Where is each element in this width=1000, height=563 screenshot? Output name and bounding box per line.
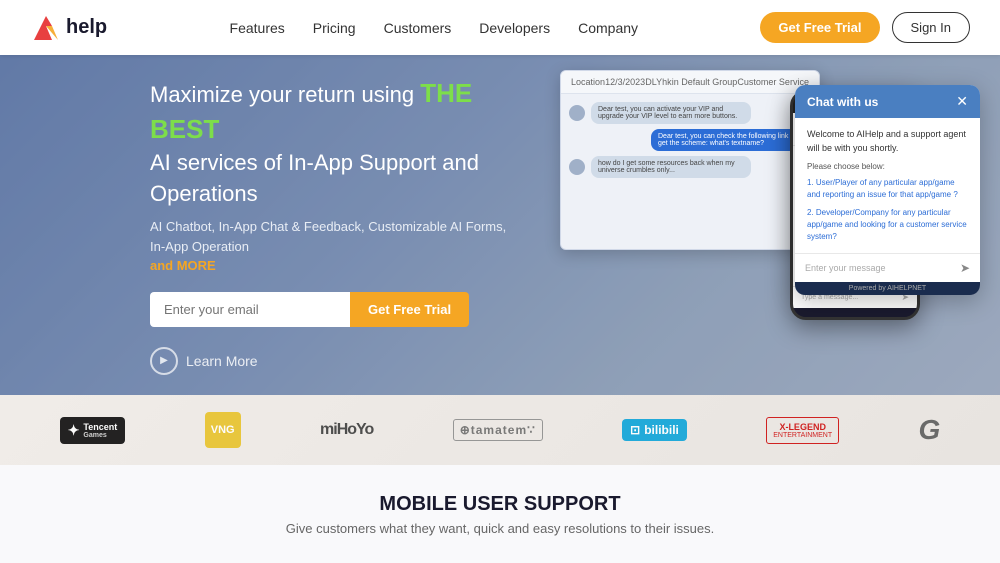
- nav-pricing[interactable]: Pricing: [313, 20, 356, 36]
- chat-option-1[interactable]: 1. User/Player of any particular app/gam…: [807, 177, 968, 201]
- dashboard-screenshot: Location 12/3/2023 DLYhk in Default Grou…: [560, 70, 820, 250]
- chat-send-icon[interactable]: ➤: [960, 261, 970, 275]
- play-icon: ▶: [150, 347, 178, 375]
- chat-input-placeholder[interactable]: Enter your message: [805, 263, 960, 273]
- ss-content: Dear test, you can activate your VIP and…: [561, 94, 819, 191]
- logo-bilibili: ⊡ bilibili: [622, 419, 687, 441]
- hero-form: Get Free Trial: [150, 292, 520, 327]
- tencent-games: Games: [83, 432, 117, 439]
- chat-options: Please choose below: 1. User/Player of a…: [807, 161, 968, 243]
- mihoyo-text: miHoYo: [320, 421, 373, 439]
- logo-vng: VNG: [205, 412, 241, 448]
- hero-more: and MORE: [150, 258, 216, 273]
- hero-screenshots: Location 12/3/2023 DLYhk in Default Grou…: [560, 65, 980, 385]
- chat-choose-text: Please choose below:: [807, 161, 968, 173]
- tamatem-text: ⊕tamatem∵: [453, 419, 543, 441]
- bottom-section: MOBILE USER SUPPORT Give customers what …: [0, 465, 1000, 563]
- ss-header: Location 12/3/2023 DLYhk in Default Grou…: [561, 71, 819, 94]
- close-icon[interactable]: ✕: [956, 93, 968, 110]
- chat-header-text: Chat with us: [807, 95, 878, 109]
- hero-subtitle-text: AI Chatbot, In-App Chat & Feedback, Cust…: [150, 219, 506, 254]
- chat-option-2[interactable]: 2. Developer/Company for any particular …: [807, 207, 968, 243]
- nav-trial-button[interactable]: Get Free Trial: [760, 12, 879, 43]
- vng-text: VNG: [211, 424, 235, 436]
- nav-actions: Get Free Trial Sign In: [760, 12, 970, 43]
- nav-developers[interactable]: Developers: [479, 20, 550, 36]
- hero-content: Maximize your return using THE BEST AI s…: [0, 75, 520, 375]
- ss-tag3: Customer Service: [737, 77, 809, 87]
- ss-row-1: Dear test, you can activate your VIP and…: [569, 102, 811, 124]
- bilibili-icon: ⊡: [630, 423, 640, 437]
- logo-g: G: [919, 414, 941, 446]
- logo-tencent: ✦ Tencent Games: [60, 417, 126, 444]
- chat-widget: Chat with us ✕ Welcome to AIHelp and a s…: [795, 85, 980, 295]
- ss-tag1: DLYhk: [645, 77, 671, 87]
- g-text: G: [919, 414, 941, 446]
- hero-subtitle: AI Chatbot, In-App Chat & Feedback, Cust…: [150, 217, 520, 276]
- hero-title-suffix: AI services of In-App Support and Operat…: [150, 150, 479, 206]
- logo-icon: [30, 12, 62, 44]
- chat-header: Chat with us ✕: [795, 85, 980, 118]
- logo-mihoyo: miHoYo TECH OTAKUS SAVE THE WORLD: [320, 421, 373, 439]
- phone-input-text: Type a message...: [801, 294, 897, 301]
- nav-links: Features Pricing Customers Developers Co…: [230, 20, 638, 36]
- learn-more-text: Learn More: [186, 353, 258, 369]
- ss-location: Location: [571, 77, 605, 87]
- hero-title: Maximize your return using THE BEST AI s…: [150, 75, 520, 209]
- ss-date: 12/3/2023: [605, 77, 645, 87]
- bilibili-text: bilibili: [644, 423, 679, 437]
- logo[interactable]: help: [30, 12, 107, 44]
- ss-bubble-2: Dear test, you can check the following l…: [651, 129, 811, 151]
- chat-input-area: Enter your message ➤: [795, 253, 980, 282]
- logo-tamatem: ⊕tamatem∵: [453, 419, 543, 441]
- ss-tag2: in Default Group: [672, 77, 738, 87]
- ss-bubble-1: Dear test, you can activate your VIP and…: [591, 102, 751, 124]
- nav-features[interactable]: Features: [230, 20, 285, 36]
- logos-strip: ✦ Tencent Games VNG miHoYo TECH OTAKUS S…: [0, 395, 1000, 465]
- hero-section: Maximize your return using THE BEST AI s…: [0, 55, 1000, 395]
- chat-body: Welcome to AIHelp and a support agent wi…: [795, 118, 980, 253]
- ss-avatar-1: [569, 105, 585, 121]
- hero-learn-more[interactable]: ▶ Learn More: [150, 347, 520, 375]
- chat-welcome-text: Welcome to AIHelp and a support agent wi…: [807, 128, 968, 155]
- bottom-mobile: MOBILE: [379, 493, 457, 515]
- hero-email-input[interactable]: [150, 292, 350, 327]
- tencent-name: Tencent: [83, 422, 117, 432]
- nav-customers[interactable]: Customers: [384, 20, 452, 36]
- hero-title-prefix: Maximize your return using: [150, 82, 420, 107]
- bottom-title: MOBILE USER SUPPORT: [379, 493, 620, 516]
- bottom-subtitle: Give customers what they want, quick and…: [286, 521, 714, 536]
- logo-xlegend: X-LEGEND ENTERTAINMENT: [766, 417, 839, 444]
- bottom-title-rest: USER SUPPORT: [457, 493, 620, 515]
- hero-cta-button[interactable]: Get Free Trial: [350, 292, 469, 327]
- logo-text: help: [66, 16, 107, 39]
- ss-row-3: how do I get some resources back when my…: [569, 156, 811, 178]
- ss-avatar-3: [569, 159, 585, 175]
- nav-company[interactable]: Company: [578, 20, 638, 36]
- ss-bubble-3: how do I get some resources back when my…: [591, 156, 751, 178]
- chat-powered: Powered by AIHELPNET: [795, 282, 980, 295]
- navbar: help Features Pricing Customers Develope…: [0, 0, 1000, 55]
- nav-signin-button[interactable]: Sign In: [892, 12, 970, 43]
- xlegend-name: X-LEGEND: [773, 422, 832, 432]
- tencent-star-icon: ✦: [68, 422, 80, 439]
- xlegend-ent: ENTERTAINMENT: [773, 432, 832, 439]
- ss-row-2: Dear test, you can check the following l…: [569, 129, 811, 151]
